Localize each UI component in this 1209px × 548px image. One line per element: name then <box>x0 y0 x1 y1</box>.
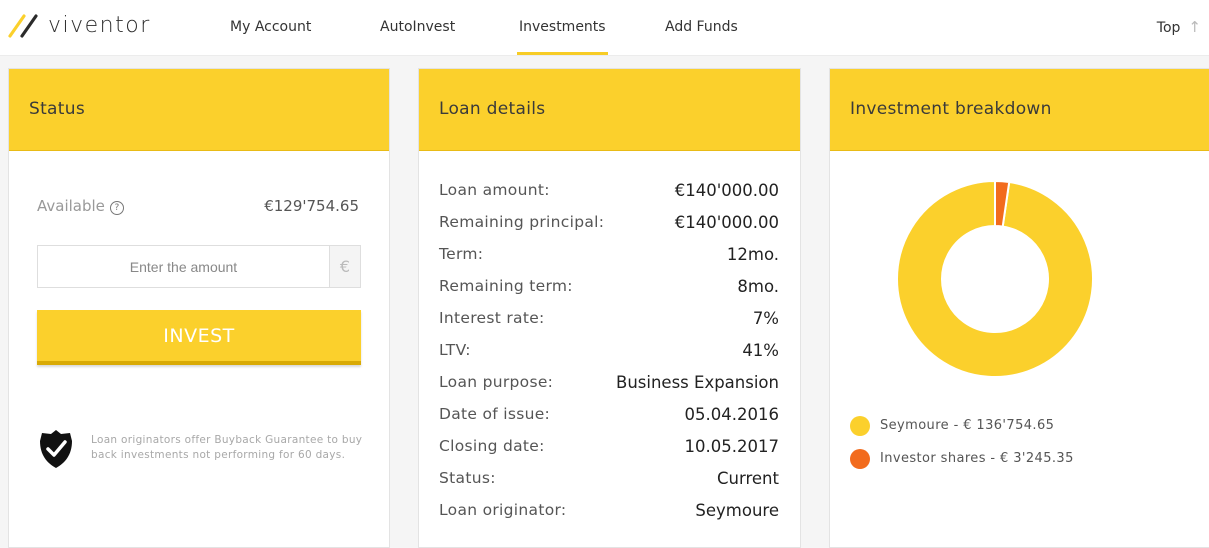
breakdown-donut-chart <box>896 179 1094 378</box>
detail-value: Current <box>717 469 779 488</box>
investment-breakdown-card: Investment breakdown Seymoure - € 136'75… <box>829 68 1209 548</box>
detail-value: 8mo. <box>737 277 779 296</box>
detail-value: 05.04.2016 <box>684 405 779 424</box>
invest-button[interactable]: INVEST <box>37 310 361 365</box>
scroll-top-link[interactable]: Top ↑ <box>1157 0 1201 55</box>
legend-label: Investor shares - € 3'245.35 <box>880 451 1074 466</box>
shield-check-icon <box>40 430 72 468</box>
detail-value: Business Expansion <box>616 373 779 392</box>
legend-swatch <box>850 449 870 469</box>
detail-value: €140'000.00 <box>674 181 779 200</box>
nav-my-account[interactable]: My Account <box>230 0 311 55</box>
top-label: Top <box>1156 20 1181 36</box>
detail-value: 10.05.2017 <box>684 437 779 456</box>
detail-row-loan-amount: Loan amount: €140'000.00 <box>439 181 779 213</box>
nav-autoinvest[interactable]: AutoInvest <box>380 0 455 55</box>
question-circle-icon[interactable]: ? <box>109 201 124 215</box>
amount-input[interactable] <box>38 246 329 287</box>
legend-swatch <box>850 416 870 436</box>
detail-label: Closing date: <box>439 437 545 455</box>
detail-label: Date of issue: <box>439 405 551 423</box>
loan-details-card: Loan details Loan amount: €140'000.00 Rem… <box>418 68 801 548</box>
detail-label: Interest rate: <box>439 309 545 327</box>
available-value: €129'754.65 <box>264 197 359 215</box>
status-card: Status Available? €129'754.65 € INVEST L… <box>8 68 390 548</box>
logo-mark-icon <box>8 14 38 38</box>
detail-row-status: Status: Current <box>439 469 779 501</box>
amount-input-group: € <box>37 245 361 288</box>
brand-name: viventor <box>48 12 151 38</box>
detail-value: €140'000.00 <box>674 213 779 232</box>
detail-row-closing-date: Closing date: 10.05.2017 <box>439 437 779 469</box>
guarantee-text: Loan originators offer Buyback Guarantee… <box>91 434 363 461</box>
detail-label: Term: <box>439 245 484 263</box>
detail-label: Status: <box>439 469 496 487</box>
detail-row-date-of-issue: Date of issue: 05.04.2016 <box>439 405 779 437</box>
nav-investments[interactable]: Investments <box>517 0 608 55</box>
loan-card-title: Loan details <box>419 69 800 151</box>
detail-row-remaining-principal: Remaining principal: €140'000.00 <box>439 213 779 245</box>
detail-label: Remaining term: <box>439 277 573 295</box>
detail-label: Loan amount: <box>439 181 550 199</box>
detail-row-remaining-term: Remaining term: 8mo. <box>439 277 779 309</box>
nav-add-funds[interactable]: Add Funds <box>665 0 738 55</box>
top-navigation: viventor My Account AutoInvest Investmen… <box>0 0 1209 56</box>
breakdown-card-title: Investment breakdown <box>830 69 1209 151</box>
detail-value: 12mo. <box>726 245 779 264</box>
detail-value: 7% <box>752 309 779 328</box>
viventor-logo[interactable]: viventor <box>8 10 151 40</box>
detail-row-term: Term: 12mo. <box>439 245 779 277</box>
detail-value: 41% <box>742 341 779 360</box>
detail-value: Seymoure <box>695 501 779 520</box>
detail-label: Remaining principal: <box>439 213 605 231</box>
loan-detail-list: Loan amount: €140'000.00 Remaining princi… <box>439 181 779 533</box>
detail-label: Loan purpose: <box>439 373 554 391</box>
status-card-title: Status <box>9 69 389 151</box>
detail-label: LTV: <box>439 341 471 359</box>
detail-label: Loan originator: <box>439 501 567 519</box>
detail-row-loan-originator: Loan originator: Seymoure <box>439 501 779 533</box>
detail-row-loan-purpose: Loan purpose: Business Expansion <box>439 373 779 405</box>
currency-addon: € <box>329 246 360 287</box>
detail-row-interest-rate: Interest rate: 7% <box>439 309 779 341</box>
arrow-up-icon: ↑ <box>1188 18 1201 36</box>
available-row: Available? €129'754.65 <box>37 197 359 217</box>
detail-row-ltv: LTV: 41% <box>439 341 779 373</box>
legend-label: Seymoure - € 136'754.65 <box>880 418 1055 433</box>
available-label: Available <box>37 197 105 215</box>
